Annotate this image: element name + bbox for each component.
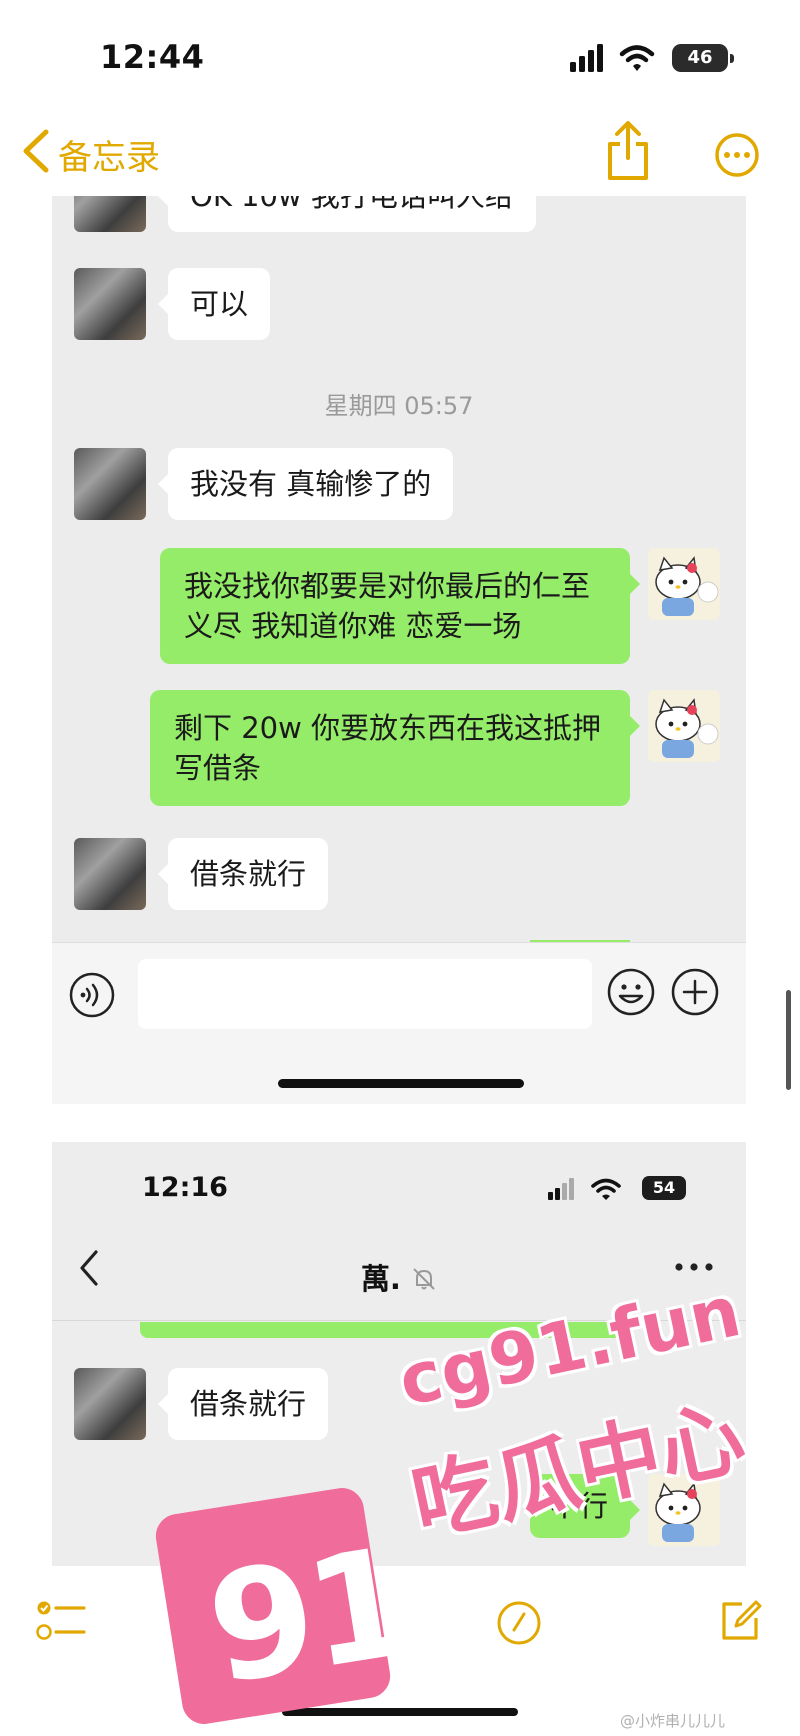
status-icons [548, 1178, 621, 1200]
avatar [74, 1368, 146, 1440]
cellular-signal-icon [548, 1178, 574, 1200]
hello-kitty-icon [655, 556, 719, 616]
wifi-icon [591, 1178, 621, 1200]
mute-bell-icon [413, 1268, 435, 1290]
battery-indicator: 46 [672, 44, 734, 72]
more-icon[interactable] [714, 132, 760, 178]
notes-back-button[interactable]: 备忘录 [58, 130, 160, 179]
compose-icon[interactable] [716, 1596, 764, 1644]
chat-title-text: 萬. [360, 1262, 401, 1296]
message-bubble-left: 借条就行 [157, 1368, 329, 1440]
home-indicator [282, 1708, 518, 1716]
avatar [74, 448, 146, 520]
scroll-indicator[interactable] [786, 990, 791, 1090]
avatar [74, 838, 146, 910]
emoji-icon[interactable] [606, 967, 656, 1017]
avatar [74, 196, 146, 232]
hello-kitty-icon [655, 698, 719, 758]
message-line: 我没找你都要是对你最后的仁至 [184, 569, 591, 603]
message-line: 写借条 [174, 751, 262, 785]
weibo-credit: @小炸串儿儿儿 [620, 1712, 726, 1730]
message-input[interactable] [138, 959, 592, 1029]
share-icon[interactable] [604, 120, 652, 182]
message-bubble-right: 剩下 20w 你要放东西在我这抵押 写借条 [150, 690, 640, 806]
message-bubble-left: 可以 [157, 268, 271, 340]
status-time: 12:44 [100, 38, 205, 76]
message-line: 剩下 20w 你要放东西在我这抵押 [174, 711, 602, 745]
message-line: 义尽 我知道你难 恋爱一场 [184, 609, 522, 643]
message-timestamp: 星期四 05:57 [324, 392, 474, 420]
chat-screenshot-1: OK 10w 我打电话叫人给 可以 星期四 05:57 我没有 真输惨了的 我没… [52, 196, 746, 1104]
wifi-icon [619, 45, 655, 71]
battery-indicator: 54 [642, 1176, 686, 1200]
chevron-left-icon[interactable] [16, 126, 56, 176]
voice-icon[interactable] [68, 971, 116, 1019]
markup-icon[interactable] [496, 1600, 542, 1646]
avatar-me [648, 690, 720, 762]
message-bubble-left: 借条就行 [157, 838, 329, 910]
more-icon[interactable] [674, 1260, 714, 1274]
home-indicator [278, 1079, 524, 1088]
message-bubble-right: 我没找你都要是对你最后的仁至 义尽 我知道你难 恋爱一场 [160, 548, 640, 664]
message-bubble-left: OK 10w 我打电话叫人给 [158, 196, 536, 232]
plus-icon[interactable] [670, 967, 720, 1017]
status-time: 12:16 [142, 1172, 228, 1203]
avatar-me [648, 548, 720, 620]
checklist-icon[interactable] [36, 1598, 88, 1644]
chat-input-bar [52, 942, 746, 1104]
message-bubble-left: 我没有 真输惨了的 [157, 448, 454, 520]
watermark-number: 91 [197, 1515, 420, 1719]
avatar [74, 268, 146, 340]
cellular-signal-icon [570, 44, 603, 72]
